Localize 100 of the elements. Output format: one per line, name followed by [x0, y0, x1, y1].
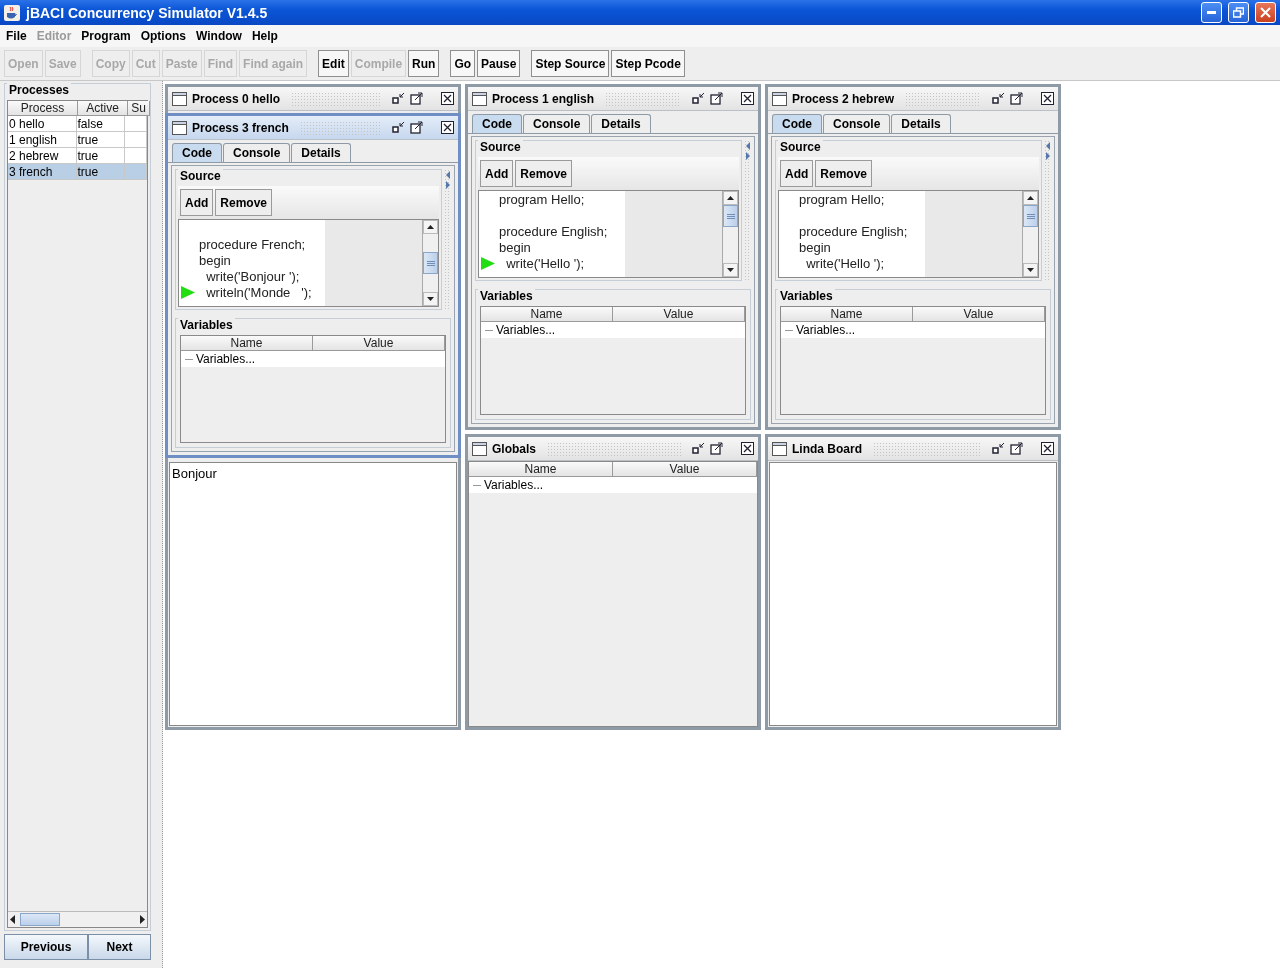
window-icon — [772, 441, 787, 456]
minimize-icon[interactable] — [992, 442, 1005, 455]
table-cell[interactable]: true — [76, 164, 126, 180]
up-arrow-icon[interactable] — [427, 225, 434, 229]
tab[interactable]: Console — [523, 114, 591, 133]
minimize-button[interactable] — [1201, 2, 1222, 23]
minimize-icon[interactable] — [692, 92, 705, 105]
window-title: Process 1 english — [492, 91, 595, 106]
toolbar-button[interactable]: Pause — [477, 50, 521, 77]
column-header[interactable]: Name — [781, 307, 913, 322]
down-arrow-icon[interactable] — [1027, 268, 1034, 272]
tree-row[interactable]: Variables... — [469, 477, 757, 493]
column-header[interactable]: Name — [469, 462, 613, 477]
tab[interactable]: Code — [472, 114, 522, 133]
maximize-icon[interactable] — [410, 92, 423, 105]
group-title: Source — [778, 140, 823, 154]
window-titlebar[interactable]: Process 2 hebrew — [768, 87, 1058, 111]
tab[interactable]: Console — [823, 114, 891, 133]
code-line: write('Hello '); — [805, 255, 885, 271]
toolbar-button[interactable]: Add — [180, 189, 214, 216]
tab[interactable]: Details — [291, 143, 351, 162]
toolbar-button[interactable]: Run — [408, 50, 440, 77]
close-icon[interactable] — [1041, 442, 1054, 455]
toolbar-button[interactable]: Edit — [318, 50, 349, 77]
tree-row[interactable]: Variables... — [481, 322, 745, 338]
group-title: Variables — [478, 289, 535, 303]
close-icon[interactable] — [441, 92, 454, 105]
tab[interactable]: Console — [223, 143, 291, 162]
up-arrow-icon[interactable] — [727, 196, 734, 200]
menu-item[interactable]: Help — [246, 29, 283, 43]
window-title: jBACI Concurrency Simulator V1.4.5 — [26, 4, 269, 21]
play-icon — [481, 256, 495, 270]
table-cell[interactable]: 3 french — [8, 164, 77, 180]
tab[interactable]: Details — [891, 114, 951, 133]
tab[interactable]: Details — [591, 114, 651, 133]
down-arrow-icon[interactable] — [427, 297, 434, 301]
left-arrow-icon[interactable] — [8, 915, 18, 924]
column-header[interactable]: Process — [8, 101, 78, 116]
minimize-icon[interactable] — [392, 92, 405, 105]
tree-label: Variables... — [496, 323, 556, 337]
minimize-icon[interactable] — [392, 121, 405, 134]
next-button[interactable]: Next — [88, 934, 151, 960]
menu-item[interactable]: Window — [191, 29, 247, 43]
minimize-icon[interactable] — [692, 442, 705, 455]
menu-item[interactable]: Program — [76, 29, 136, 43]
menu-item[interactable]: File — [1, 29, 32, 43]
up-arrow-icon[interactable] — [1027, 196, 1034, 200]
close-icon[interactable] — [741, 442, 754, 455]
close-icon[interactable] — [1041, 92, 1054, 105]
window-icon — [772, 91, 787, 106]
scrollbar[interactable] — [422, 220, 438, 306]
maximize-icon[interactable] — [410, 121, 423, 134]
tree-row[interactable]: Variables... — [781, 322, 1045, 338]
code-line: program Hello; — [799, 191, 885, 207]
table-cell[interactable] — [125, 164, 147, 180]
toolbar-button[interactable]: Step Pcode — [611, 50, 685, 77]
close-icon[interactable] — [441, 121, 454, 134]
maximize-icon[interactable] — [710, 92, 723, 105]
menu-item[interactable]: Options — [135, 29, 192, 43]
down-arrow-icon[interactable] — [727, 268, 734, 272]
restore-icon — [1233, 7, 1244, 18]
toolbar-button[interactable]: Remove — [815, 160, 872, 187]
window-titlebar[interactable]: Process 1 english — [468, 87, 758, 111]
window-titlebar[interactable]: Linda Board — [768, 437, 1058, 461]
window-titlebar[interactable]: Process 3 french — [168, 116, 458, 140]
minimize-icon — [1207, 11, 1216, 14]
scrollbar[interactable] — [8, 911, 147, 927]
scrollbar[interactable] — [1022, 191, 1038, 277]
toolbar-button[interactable]: Remove — [215, 189, 272, 216]
tab[interactable]: Code — [172, 143, 222, 162]
toolbar-button[interactable]: Add — [780, 160, 814, 187]
toolbar-button[interactable]: Go — [450, 50, 476, 77]
right-arrow-icon[interactable] — [137, 915, 147, 924]
window-titlebar[interactable]: Globals — [468, 437, 758, 461]
close-icon[interactable] — [741, 92, 754, 105]
restore-button[interactable] — [1228, 2, 1249, 23]
scrollbar[interactable] — [722, 191, 738, 277]
maximize-icon[interactable] — [1010, 92, 1023, 105]
toolbar-button[interactable]: Add — [480, 160, 514, 187]
code-line: begin — [199, 252, 231, 268]
column-header[interactable]: Value — [913, 307, 1045, 322]
column-header[interactable]: Name — [481, 307, 613, 322]
toolbar-button[interactable]: Step Source — [531, 50, 610, 77]
column-header[interactable]: Su — [128, 101, 150, 116]
window-titlebar[interactable]: Process 0 hello — [168, 87, 458, 111]
window-title: Globals — [492, 441, 536, 456]
maximize-icon[interactable] — [710, 442, 723, 455]
maximize-icon[interactable] — [1010, 442, 1023, 455]
column-header[interactable]: Value — [613, 307, 745, 322]
code-line: procedure English; — [499, 223, 608, 239]
column-header[interactable]: Value — [613, 462, 757, 477]
column-header[interactable]: Active — [78, 101, 128, 116]
previous-button[interactable]: Previous — [4, 934, 89, 960]
tab[interactable]: Code — [772, 114, 822, 133]
column-header[interactable]: Value — [313, 336, 445, 351]
tree-row[interactable]: Variables... — [181, 351, 445, 367]
minimize-icon[interactable] — [992, 92, 1005, 105]
close-button[interactable] — [1255, 2, 1276, 23]
toolbar-button[interactable]: Remove — [515, 160, 572, 187]
column-header[interactable]: Name — [181, 336, 313, 351]
